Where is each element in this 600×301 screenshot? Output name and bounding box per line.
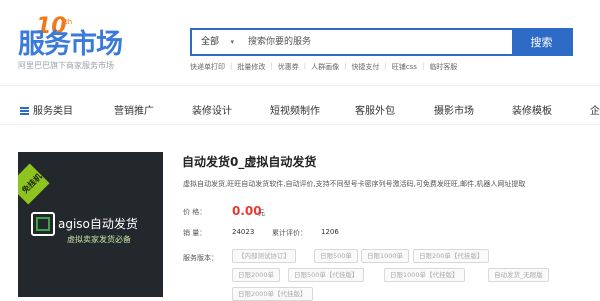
search-bar: 全部 ▾ 搜索 (190, 28, 573, 56)
logo-subtitle: 阿里巴巴旗下商家服务市场 (18, 61, 114, 70)
product-image[interactable]: 免挂机 agiso自动发货 虚拟卖家发货必备 (18, 152, 163, 297)
version-option[interactable]: 自动发货_无限版 (488, 268, 549, 282)
product-image-subtitle: 虚拟卖家发货必备 (67, 235, 131, 244)
hot-link[interactable]: 快捷支付 (346, 62, 384, 72)
version-option[interactable]: 日限500单【代挂版】 (288, 268, 365, 282)
site-logo[interactable]: 10 th 服务市场 阿里巴巴旗下商家服务市场 (18, 16, 158, 71)
hot-link[interactable]: 旺铺css (387, 62, 422, 72)
hot-link[interactable]: 人群画像 (306, 62, 344, 72)
main-nav: 服务类目 营销推广 装修设计 短视频制作 客服外包 摄影市场 装修模板 企 (0, 97, 600, 123)
versions-label: 服务版本： (183, 254, 218, 262)
logo-text: 服务市场 (18, 29, 123, 60)
hot-search-links: 快递单打印 | 批量修改 | 优惠券 | 人群画像 | 快捷支付 | 旺铺css | 临时客… (190, 62, 462, 72)
nav-item-customer-service[interactable]: 客服外包 (355, 102, 395, 117)
chevron-down-icon: ▾ (230, 38, 234, 46)
product-image-title: agiso自动发货 (58, 217, 138, 231)
search-button[interactable]: 搜索 (512, 30, 571, 54)
search-category-label: 全部 (201, 37, 220, 47)
version-option[interactable]: 日限1000单 (361, 249, 410, 263)
product-title: 自动发货0_虚拟自动发货 (182, 155, 317, 169)
product-description: 虚拟自动发货,旺旺自动发货软件,自动评价,支持不同型号卡密序列号激活码,可免费发… (183, 180, 526, 188)
reviews-value: 1206 (321, 228, 339, 236)
price-unit: 元 (258, 209, 265, 217)
nav-item-label: 服务类目 (33, 106, 73, 117)
version-options: 【内部测试协订】 日限500单 日限1000单 日限200单【代挂版】 日限20… (230, 249, 586, 301)
nav-item-short-video[interactable]: 短视频制作 (270, 102, 320, 117)
version-option[interactable]: 日限500单 (314, 249, 358, 263)
version-option[interactable]: 日限2000单 (232, 268, 281, 282)
hot-link[interactable]: 临时客服 (424, 62, 462, 72)
nav-item-service-categories[interactable]: 服务类目 (20, 102, 73, 117)
nav-item-decoration-design[interactable]: 装修设计 (192, 102, 232, 117)
version-option[interactable]: 日限200单【代挂版】 (413, 249, 490, 263)
version-option[interactable]: 日限1000单【代挂版】 (384, 268, 465, 282)
hot-link[interactable]: 快递单打印 (190, 62, 230, 72)
version-option[interactable]: 【内部测试协订】 (232, 249, 296, 263)
search-input[interactable] (238, 30, 512, 54)
price-label: 价 格： (183, 208, 207, 216)
nav-item-photography[interactable]: 摄影市场 (434, 102, 474, 117)
version-option[interactable]: 日限2000单【代挂版】 (232, 287, 313, 301)
hot-link[interactable]: 批量修改 (232, 62, 270, 72)
search-category-select[interactable]: 全部 ▾ (192, 30, 238, 54)
nav-item-enterprise[interactable]: 企 (590, 102, 600, 117)
sales-value: 24023 (232, 228, 255, 236)
menu-icon (20, 107, 29, 115)
divider (0, 124, 600, 125)
nav-item-marketing[interactable]: 营销推广 (114, 102, 154, 117)
sales-label: 销 量： (183, 229, 207, 237)
nav-item-templates[interactable]: 装修模板 (512, 102, 552, 117)
logo-anniversary-suffix: th (65, 18, 73, 26)
divider (0, 85, 600, 86)
reviews-label: 累计评价： (272, 229, 307, 237)
hot-link[interactable]: 优惠券 (273, 62, 304, 72)
seal-icon (31, 212, 55, 236)
